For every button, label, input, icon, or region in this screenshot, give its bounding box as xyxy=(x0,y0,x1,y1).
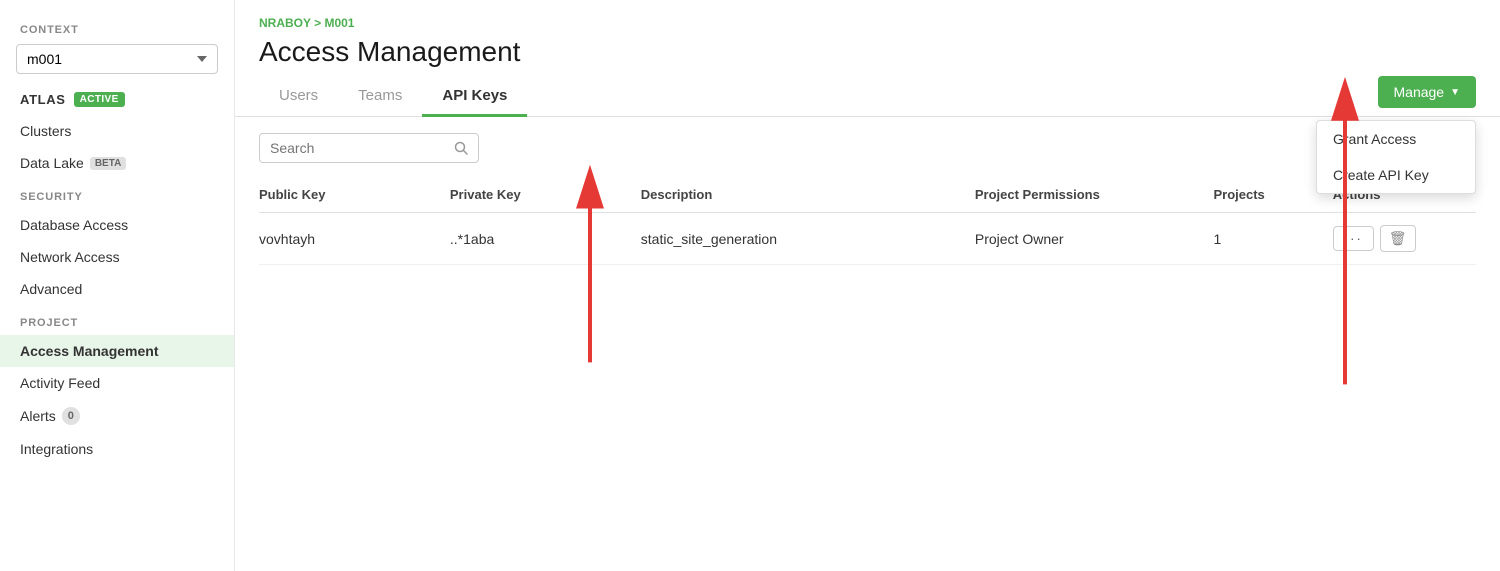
search-input[interactable] xyxy=(270,140,448,156)
sidebar-item-data-lake[interactable]: Data Lake BETA xyxy=(0,147,234,179)
actions-cell: ··· 🗑 xyxy=(1333,225,1464,252)
context-label: CONTEXT xyxy=(0,16,234,40)
manage-dropdown: Grant Access Create API Key xyxy=(1316,120,1476,194)
cell-public-key: vovhtayh xyxy=(259,213,450,265)
cell-actions: ··· 🗑 xyxy=(1333,213,1476,265)
beta-badge: BETA xyxy=(90,157,126,170)
cell-project-permissions: Project Owner xyxy=(975,213,1214,265)
context-select[interactable]: m001 xyxy=(16,44,218,74)
cell-description: static_site_generation xyxy=(641,213,975,265)
cell-projects: 1 xyxy=(1213,213,1332,265)
table-header-row: Public Key Private Key Description Proje… xyxy=(259,179,1476,213)
sidebar-item-advanced[interactable]: Advanced xyxy=(0,273,234,305)
main: NRABOY > M001 Access Management Users Te… xyxy=(235,0,1500,571)
chevron-down-icon: ▼ xyxy=(1450,87,1460,98)
sidebar-item-database-access[interactable]: Database Access xyxy=(0,209,234,241)
advanced-label: Advanced xyxy=(20,281,82,297)
col-header-projects: Projects xyxy=(1213,179,1332,213)
data-lake-label: Data Lake xyxy=(20,155,84,171)
breadcrumb: NRABOY > M001 xyxy=(259,16,1476,30)
cell-private-key: ..*1aba xyxy=(450,213,641,265)
col-header-project-permissions: Project Permissions xyxy=(975,179,1214,213)
search-bar[interactable] xyxy=(259,133,479,163)
grant-access-item[interactable]: Grant Access xyxy=(1317,121,1475,157)
col-header-description: Description xyxy=(641,179,975,213)
more-options-button[interactable]: ··· xyxy=(1333,226,1374,251)
tabs: Users Teams API Keys xyxy=(259,77,527,116)
sidebar-item-integrations[interactable]: Integrations xyxy=(0,433,234,465)
tab-api-keys[interactable]: API Keys xyxy=(422,77,527,117)
active-badge: ACTIVE xyxy=(74,92,125,107)
tab-users[interactable]: Users xyxy=(259,77,338,117)
tab-row: Users Teams API Keys Manage ▼ Grant Acce… xyxy=(235,76,1500,117)
network-access-label: Network Access xyxy=(20,249,120,265)
main-header: NRABOY > M001 Access Management xyxy=(235,0,1500,68)
tab-teams[interactable]: Teams xyxy=(338,77,422,117)
sidebar-item-alerts[interactable]: Alerts 0 xyxy=(0,399,234,433)
sidebar: CONTEXT m001 ATLAS ACTIVE Clusters Data … xyxy=(0,0,235,571)
alerts-count-badge: 0 xyxy=(62,407,80,425)
clusters-label: Clusters xyxy=(20,123,71,139)
page-title: Access Management xyxy=(259,36,1476,68)
sidebar-item-network-access[interactable]: Network Access xyxy=(0,241,234,273)
alerts-label: Alerts xyxy=(20,408,56,424)
api-keys-table: Public Key Private Key Description Proje… xyxy=(259,179,1476,265)
atlas-label: ATLAS xyxy=(20,92,66,107)
sidebar-item-access-management[interactable]: Access Management xyxy=(0,335,234,367)
col-header-public-key: Public Key xyxy=(259,179,450,213)
manage-button-label: Manage xyxy=(1394,84,1445,100)
sidebar-item-activity-feed[interactable]: Activity Feed xyxy=(0,367,234,399)
col-header-private-key: Private Key xyxy=(450,179,641,213)
atlas-row: ATLAS ACTIVE xyxy=(0,86,234,115)
create-api-key-item[interactable]: Create API Key xyxy=(1317,157,1475,193)
project-section-label: PROJECT xyxy=(0,305,234,335)
activity-feed-label: Activity Feed xyxy=(20,375,100,391)
integrations-label: Integrations xyxy=(20,441,93,457)
access-management-label: Access Management xyxy=(20,343,159,359)
manage-button[interactable]: Manage ▼ xyxy=(1378,76,1477,108)
database-access-label: Database Access xyxy=(20,217,128,233)
table-row: vovhtayh ..*1aba static_site_generation … xyxy=(259,213,1476,265)
main-content: NRABOY > M001 Access Management Users Te… xyxy=(235,0,1500,571)
delete-button[interactable]: 🗑 xyxy=(1380,225,1416,252)
context-select-wrapper[interactable]: m001 xyxy=(0,40,234,86)
sidebar-item-clusters[interactable]: Clusters xyxy=(0,115,234,147)
security-section-label: SECURITY xyxy=(0,179,234,209)
search-icon xyxy=(454,141,468,155)
table-area: Public Key Private Key Description Proje… xyxy=(235,117,1500,571)
